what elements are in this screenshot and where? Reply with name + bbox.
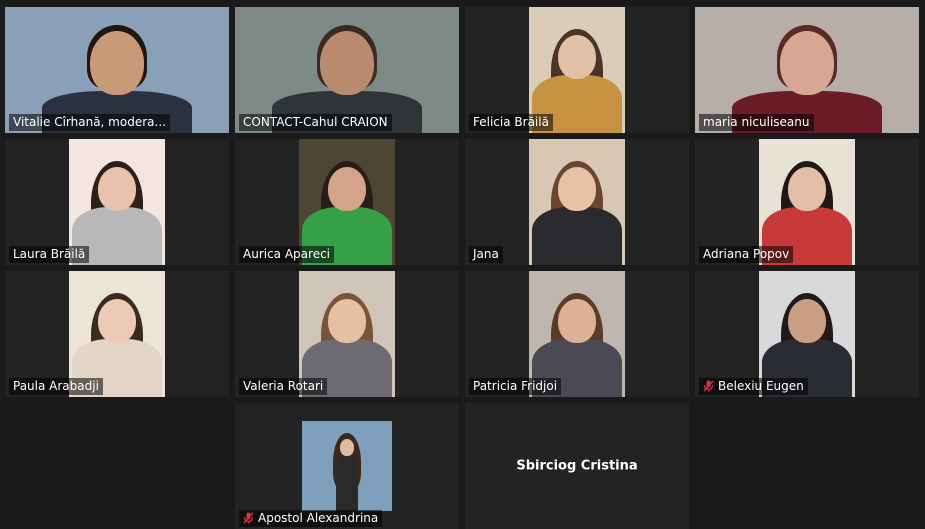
participant-name: Apostol Alexandrina xyxy=(258,511,379,525)
participant-name-tag: maria niculiseanu xyxy=(699,114,814,131)
participant-name: Felicia Brăilă xyxy=(473,115,549,129)
participant-name-tag: Felicia Brăilă xyxy=(469,114,553,131)
participant-name: Adriana Popov xyxy=(703,247,790,261)
participant-name: maria niculiseanu xyxy=(703,115,810,129)
participant-body xyxy=(532,207,622,265)
participant-face xyxy=(98,299,136,343)
participant-tile-apostol-alexandrina[interactable]: Apostol Alexandrina xyxy=(235,403,459,529)
video-grid: Vitalie Cîrhană, modera... CONTACT-Cahul … xyxy=(0,0,925,529)
participant-name-tag: Aurica Apareci xyxy=(239,246,335,263)
participant-tile-patricia-fridjoi[interactable]: Patricia Fridjoi xyxy=(465,271,689,397)
participant-tile-sbirciog-cristina[interactable]: Sbirciog Cristina xyxy=(465,403,689,529)
participant-tile-belexiu-eugen[interactable]: Belexiu Eugen xyxy=(695,271,919,397)
participant-name: Laura Brăilă xyxy=(13,247,86,261)
participant-body xyxy=(336,452,358,511)
participant-face xyxy=(558,299,596,343)
participant-name: Patricia Fridjoi xyxy=(473,379,558,393)
muted-mic-icon xyxy=(703,380,714,392)
participant-name-tag: Apostol Alexandrina xyxy=(239,510,383,527)
participant-face xyxy=(320,31,374,95)
participant-name: Paula Arabadji xyxy=(13,379,99,393)
muted-mic-icon xyxy=(243,512,254,524)
participant-name-tag: Paula Arabadji xyxy=(9,378,103,395)
participant-name: Jana xyxy=(473,247,499,261)
participant-tile-maria-niculiseanu[interactable]: maria niculiseanu xyxy=(695,7,919,133)
participant-tile-adriana-popov[interactable]: Adriana Popov xyxy=(695,139,919,265)
participant-tile-jana[interactable]: Jana xyxy=(465,139,689,265)
participant-tile-laura-braila[interactable]: Laura Brăilă xyxy=(5,139,229,265)
participant-face xyxy=(788,167,826,211)
participant-name: CONTACT-Cahul CRAION xyxy=(243,115,388,129)
participant-name: Aurica Apareci xyxy=(243,247,331,261)
participant-name-tag: Patricia Fridjoi xyxy=(469,378,562,395)
participant-face xyxy=(90,31,144,95)
participant-face xyxy=(780,31,834,95)
participant-name-tag: Vitalie Cîrhană, modera... xyxy=(9,114,170,131)
participant-face xyxy=(340,439,354,456)
participant-video xyxy=(302,421,392,511)
participant-name: Belexiu Eugen xyxy=(718,379,804,393)
participant-name-tag: Laura Brăilă xyxy=(9,246,90,263)
participant-name-tag: CONTACT-Cahul CRAION xyxy=(239,114,392,131)
participant-face xyxy=(558,167,596,211)
participant-face xyxy=(788,299,826,343)
participant-tile-aurica-apareci[interactable]: Aurica Apareci xyxy=(235,139,459,265)
participant-face xyxy=(558,35,596,79)
participant-face xyxy=(328,167,366,211)
participant-tile-vitalie-cirhana-modera[interactable]: Vitalie Cîrhană, modera... xyxy=(5,7,229,133)
participant-name-tag: Valeria Rotari xyxy=(239,378,328,395)
participant-name-tag: Belexiu Eugen xyxy=(699,378,808,395)
participant-tile-contact-cahul-craion[interactable]: CONTACT-Cahul CRAION xyxy=(235,7,459,133)
participant-face xyxy=(328,299,366,343)
participant-name: Vitalie Cîrhană, modera... xyxy=(13,115,166,129)
participant-name-tag: Jana xyxy=(469,246,503,263)
participant-video xyxy=(529,139,625,265)
participant-tile-felicia-braila[interactable]: Felicia Brăilă xyxy=(465,7,689,133)
participant-name: Valeria Rotari xyxy=(243,379,324,393)
participant-tile-paula-arabadji[interactable]: Paula Arabadji xyxy=(5,271,229,397)
participant-name: Sbirciog Cristina xyxy=(516,458,638,474)
participant-tile-valeria-rotari[interactable]: Valeria Rotari xyxy=(235,271,459,397)
participant-name-tag: Adriana Popov xyxy=(699,246,794,263)
participant-face xyxy=(98,167,136,211)
